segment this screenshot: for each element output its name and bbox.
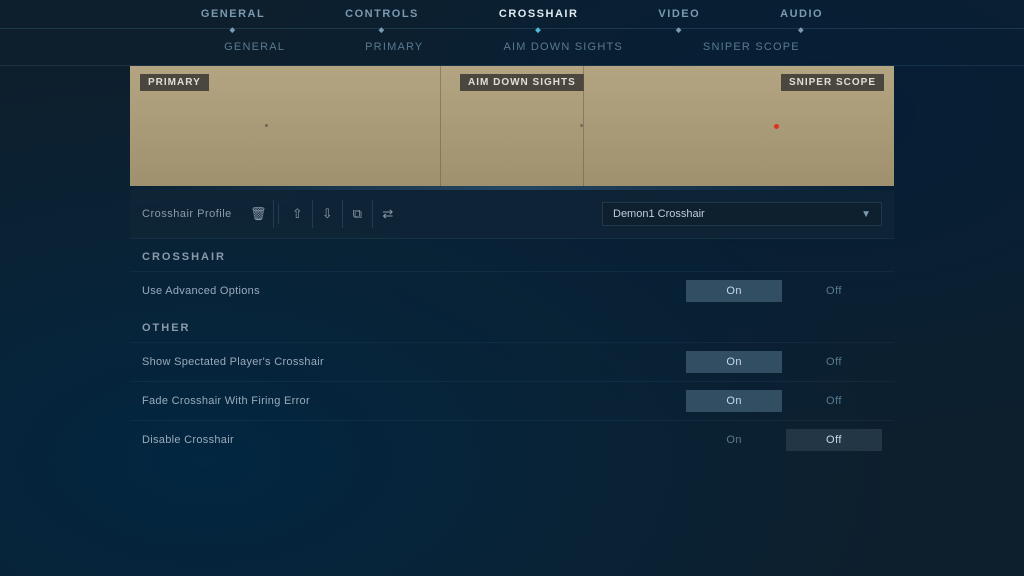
dropdown-arrow-icon: ▼ [861, 209, 871, 220]
spectated-off[interactable]: Off [786, 351, 882, 373]
sub-nav-ads[interactable]: AIM DOWN SIGHTS [503, 39, 622, 55]
sub-nav-general[interactable]: GENERAL [224, 39, 285, 55]
disable-crosshair-label: Disable Crosshair [142, 434, 686, 446]
profile-dropdown[interactable]: Demon1 Crosshair ▼ [602, 202, 882, 226]
advanced-options-label: Use Advanced Options [142, 285, 686, 297]
fade-crosshair-row: Fade Crosshair With Firing Error On Off [130, 381, 894, 420]
sub-nav-sniper[interactable]: SNIPER SCOPE [703, 39, 800, 55]
fade-crosshair-label: Fade Crosshair With Firing Error [142, 395, 686, 407]
sub-nav: GENERAL PRIMARY AIM DOWN SIGHTS SNIPER S… [0, 29, 1024, 66]
fade-crosshair-toggle: On Off [686, 390, 882, 412]
spectated-crosshair-label: Show Spectated Player's Crosshair [142, 356, 686, 368]
ads-crosshair-dot [580, 124, 583, 127]
profile-dropdown-value: Demon1 Crosshair [613, 208, 705, 220]
primary-crosshair-dot [265, 124, 268, 127]
spectated-on[interactable]: On [686, 351, 782, 373]
crosshair-section-header: CROSSHAIR [130, 239, 894, 271]
crosshair-preview: PRIMARY AIM DOWN SIGHTS SNIPER SCOPE [130, 66, 894, 186]
advanced-options-off[interactable]: Off [786, 280, 882, 302]
spectated-crosshair-toggle: On Off [686, 351, 882, 373]
delete-button[interactable]: 🗑 [244, 200, 274, 228]
fade-off[interactable]: Off [786, 390, 882, 412]
sub-nav-primary[interactable]: PRIMARY [365, 39, 423, 55]
nav-controls[interactable]: CONTROLS [345, 8, 419, 28]
settings-area: CROSSHAIR Use Advanced Options On Off OT… [130, 239, 894, 459]
upload-button[interactable]: ⇧ [283, 200, 313, 228]
disable-on[interactable]: On [686, 429, 782, 451]
main-container: GENERAL CONTROLS CROSSHAIR VIDEO AUDIO G… [0, 0, 1024, 576]
nav-crosshair[interactable]: CROSSHAIR [499, 8, 579, 28]
copy-button[interactable]: ⧉ [343, 200, 373, 228]
top-nav: GENERAL CONTROLS CROSSHAIR VIDEO AUDIO [0, 0, 1024, 29]
disable-off[interactable]: Off [786, 429, 882, 451]
other-section-header: OTHER [130, 310, 894, 342]
fade-on[interactable]: On [686, 390, 782, 412]
profile-row: Crosshair Profile 🗑 ⇧ ⇩ ⧉ ⇄ Demon1 Cross… [130, 190, 894, 239]
download-button[interactable]: ⇩ [313, 200, 343, 228]
nav-video[interactable]: VIDEO [658, 8, 700, 28]
divider-2 [583, 66, 584, 186]
profile-label: Crosshair Profile [142, 208, 232, 220]
disable-crosshair-row: Disable Crosshair On Off [130, 420, 894, 459]
sniper-crosshair-dot [774, 124, 779, 129]
sniper-label: SNIPER SCOPE [781, 74, 884, 91]
advanced-options-on[interactable]: On [686, 280, 782, 302]
ads-label: AIM DOWN SIGHTS [460, 74, 584, 91]
spectated-crosshair-row: Show Spectated Player's Crosshair On Off [130, 342, 894, 381]
advanced-options-toggle: On Off [686, 280, 882, 302]
import-button[interactable]: ⇄ [373, 200, 403, 228]
primary-label: PRIMARY [140, 74, 209, 91]
nav-audio[interactable]: AUDIO [780, 8, 823, 28]
icon-sep [278, 204, 279, 224]
divider-1 [440, 66, 441, 186]
disable-crosshair-toggle: On Off [686, 429, 882, 451]
advanced-options-row: Use Advanced Options On Off [130, 271, 894, 310]
nav-general[interactable]: GENERAL [201, 8, 265, 28]
profile-icons: 🗑 ⇧ ⇩ ⧉ ⇄ [244, 200, 403, 228]
